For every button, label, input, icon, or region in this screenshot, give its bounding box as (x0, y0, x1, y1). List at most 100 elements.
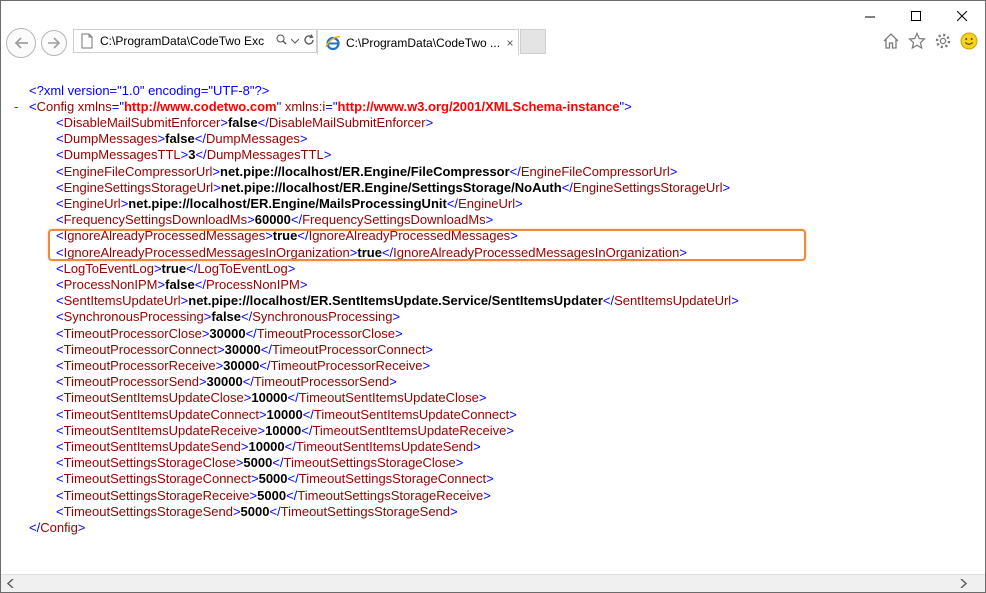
element-close-name: LogToEventLog (197, 260, 288, 276)
element-value: false (165, 131, 195, 147)
element-close-name: TimeoutSettingsStorageClose (283, 455, 456, 471)
address-text: C:\ProgramData\CodeTwo Exc (100, 34, 265, 48)
element-close-name: EngineFileCompressorUrl (520, 163, 670, 179)
element-value: 60000 (254, 212, 291, 228)
element-close-name: TimeoutProcessorReceive (270, 358, 423, 373)
xml-element-line: <TimeoutProcessorClose>30000</TimeoutPro… (56, 325, 403, 341)
xml-element-line: <TimeoutProcessorReceive>30000</TimeoutP… (56, 358, 431, 373)
element-value: net.pipe://localhost/ER.SentItemsUpdate.… (188, 293, 603, 309)
favorites-button[interactable] (907, 31, 927, 51)
element-close-name: TimeoutProcessorConnect (271, 341, 426, 357)
browser-tab[interactable]: C:\ProgramData\CodeTwo ... × (317, 29, 519, 55)
tab-title: C:\ProgramData\CodeTwo ... (346, 35, 501, 50)
element-value: true (161, 260, 187, 276)
element-value: 10000 (265, 422, 302, 438)
element-value: false (211, 309, 242, 325)
element-value: 5000 (240, 503, 270, 519)
scroll-right-arrow-icon[interactable] (957, 578, 969, 589)
home-button[interactable] (881, 31, 901, 51)
element-name: EngineUrl (63, 196, 121, 211)
xml-element-line: <TimeoutSettingsStorageReceive>5000</Tim… (56, 487, 491, 503)
element-value: net.pipe://localhost/ER.Engine/SettingsS… (220, 179, 562, 195)
element-name: TimeoutProcessorConnect (63, 341, 218, 357)
dropdown-chevron-icon[interactable] (288, 35, 302, 47)
minimize-icon (864, 16, 875, 17)
scroll-left-arrow-icon[interactable] (4, 578, 16, 589)
element-value: 30000 (223, 358, 260, 373)
forward-arrow-icon (48, 37, 61, 49)
element-close-name: TimeoutSettingsStorageSend (280, 503, 451, 519)
horizontal-scrollbar[interactable] (1, 574, 985, 592)
xml-element-line: <TimeoutSettingsStorageClose>5000</Timeo… (56, 455, 464, 471)
element-name: TimeoutSettingsStorageReceive (63, 487, 250, 503)
element-close-name: TimeoutSettingsStorageReceive (297, 487, 484, 503)
element-name: LogToEventLog (63, 260, 154, 276)
root-open-tag: <Config xmlns="http://www.codetwo.com" x… (29, 99, 632, 114)
element-close-name: TimeoutSentItemsUpdateSend (295, 439, 474, 454)
element-name: DisableMailSubmitEnforcer (63, 115, 221, 130)
xml-element-line: <TimeoutSettingsStorageConnect>5000</Tim… (56, 471, 494, 487)
element-name: TimeoutProcessorClose (63, 325, 202, 341)
browser-window: C:\ProgramData\CodeTwo Exc C:\ProgramDat… (0, 0, 986, 593)
element-name: DumpMessages (63, 131, 158, 147)
element-name: TimeoutSentItemsUpdateConnect (63, 406, 259, 422)
element-close-name: TimeoutSentItemsUpdateClose (298, 390, 479, 406)
xml-element-line: <TimeoutSentItemsUpdateConnect>10000</Ti… (56, 406, 517, 422)
xml-element-line: <TimeoutSettingsStorageSend>5000</Timeou… (56, 503, 458, 519)
xml-element-line: <DisableMailSubmitEnforcer>false</Disabl… (56, 115, 434, 130)
close-icon (956, 10, 967, 21)
element-close-name: TimeoutSettingsStorageConnect (298, 471, 487, 487)
favorites-star-icon (908, 32, 926, 50)
back-arrow-icon (14, 37, 28, 49)
element-close-name: DumpMessages (205, 131, 300, 147)
xml-element-line: <TimeoutSentItemsUpdateSend>10000</Timeo… (56, 439, 481, 454)
element-close-name: EngineUrl (458, 196, 516, 211)
xml-element-line: <DumpMessagesTTL>3</DumpMessagesTTL> (56, 147, 332, 163)
element-value: false (227, 115, 258, 130)
element-value: 5000 (258, 471, 288, 487)
element-close-name: DumpMessagesTTL (206, 147, 324, 163)
xml-element-line: <EngineSettingsStorageUrl>net.pipe://loc… (56, 179, 731, 195)
home-icon (883, 33, 899, 49)
element-name: ProcessNonIPM (63, 277, 158, 292)
xml-element-line: <EngineUrl>net.pipe://localhost/ER.Engin… (56, 196, 523, 211)
address-bar[interactable]: C:\ProgramData\CodeTwo Exc (73, 29, 317, 53)
element-close-name: TimeoutSentItemsUpdateConnect (313, 406, 510, 422)
settings-gear-icon (935, 33, 951, 49)
xml-document-view: <?xml version="1.0" encoding="UTF-8"?> -… (1, 59, 985, 576)
element-close-name: EngineSettingsStorageUrl (572, 179, 723, 195)
element-name: SynchronousProcessing (63, 309, 204, 325)
xml-element-line: <EngineFileCompressorUrl>net.pipe://loca… (56, 163, 678, 179)
element-value: 30000 (206, 374, 243, 390)
element-name: SentItemsUpdateUrl (63, 293, 181, 309)
element-name: TimeoutSettingsStorageClose (63, 455, 236, 471)
new-tab-button[interactable] (520, 29, 546, 54)
element-name: TimeoutSentItemsUpdateClose (63, 390, 244, 406)
element-value: net.pipe://localhost/ER.Engine/MailsProc… (128, 196, 447, 211)
feedback-button[interactable] (959, 31, 979, 51)
settings-button[interactable] (933, 31, 953, 51)
tab-close-icon[interactable]: × (502, 36, 518, 50)
back-button[interactable] (6, 28, 36, 58)
xml-declaration: <?xml version="1.0" encoding="UTF-8"?> (29, 83, 270, 98)
page-icon (81, 33, 93, 49)
element-close-name: FrequencySettingsDownloadMs (302, 212, 486, 228)
xml-element-line: <SentItemsUpdateUrl>net.pipe://localhost… (56, 293, 739, 309)
navigation-bar: C:\ProgramData\CodeTwo Exc C:\ProgramDat… (1, 25, 985, 59)
element-close-name: DisableMailSubmitEnforcer (268, 115, 426, 130)
maximize-icon (910, 10, 921, 21)
element-name: DumpMessagesTTL (63, 147, 181, 163)
element-close-name: TimeoutSentItemsUpdateReceive (312, 422, 507, 438)
refresh-icon[interactable] (302, 33, 316, 49)
element-value: 5000 (243, 455, 273, 471)
element-name: TimeoutProcessorSend (63, 374, 199, 390)
forward-button[interactable] (41, 30, 67, 56)
collapse-toggle[interactable]: - (14, 99, 18, 115)
search-icon[interactable] (274, 34, 288, 48)
element-close-name: SentItemsUpdateUrl (614, 293, 732, 309)
element-value: 10000 (266, 406, 303, 422)
element-close-name: ProcessNonIPM (205, 277, 300, 292)
xml-element-line: <DumpMessages>false</DumpMessages> (56, 131, 308, 147)
element-name: TimeoutProcessorReceive (63, 358, 216, 373)
element-value: 30000 (209, 325, 246, 341)
